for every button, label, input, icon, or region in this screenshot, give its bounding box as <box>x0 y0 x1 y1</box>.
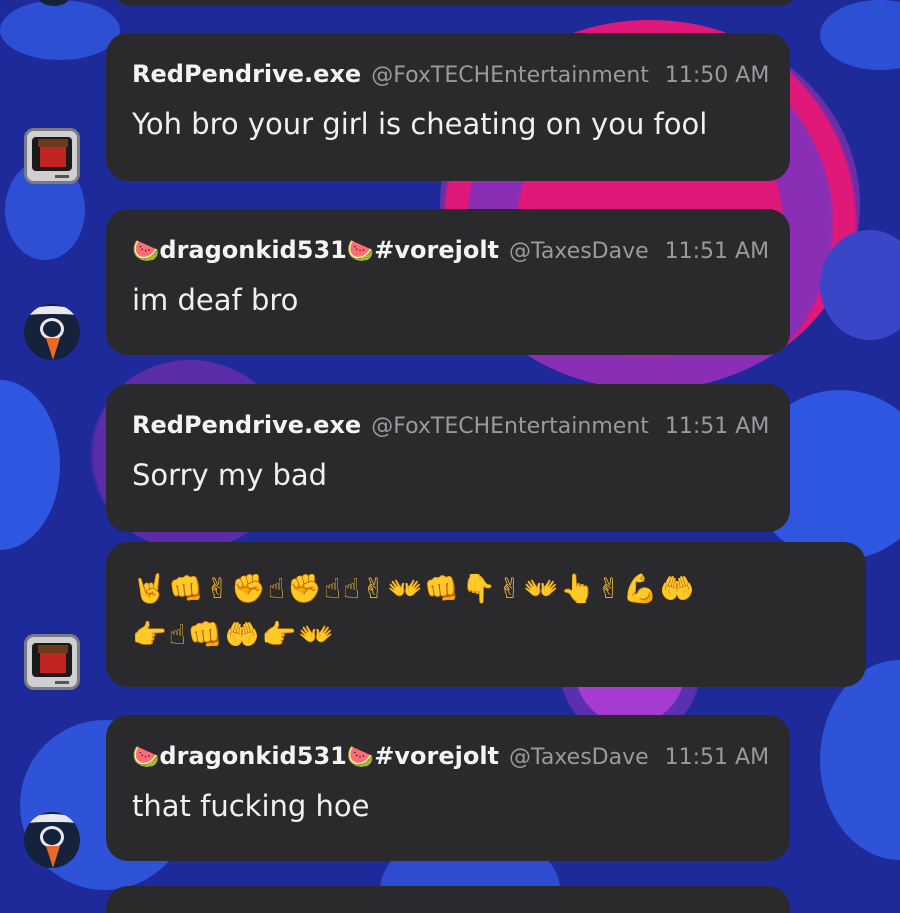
timestamp: 11:50 AM <box>664 63 770 88</box>
emoji-message-line: 👉☝👊🤲👉👐 <box>132 618 336 651</box>
tv-avatar-icon <box>32 137 72 171</box>
timestamp: 11:51 AM <box>664 745 770 770</box>
author-name[interactable]: 🍉dragonkid531🍉#vorejolt <box>132 741 499 773</box>
message-bubble[interactable]: 🍉dragonkid531🍉#vorejolt @TaxesDave 11:51… <box>106 715 790 861</box>
timestamp: 11:51 AM <box>664 239 770 264</box>
message-text: Sorry my bad <box>132 458 328 492</box>
watermelon-icon: 🍉 <box>132 239 160 264</box>
watermelon-icon: 🍉 <box>346 745 375 770</box>
watermelon-icon: 🍉 <box>346 239 375 264</box>
message-header: 🍉dragonkid531🍉#vorejolt @TaxesDave 11:51… <box>132 741 769 773</box>
message-text: that fucking hoe <box>132 789 370 823</box>
message-bubble[interactable]: RedPendrive.exe @FoxTECHEntertainment 11… <box>106 33 790 181</box>
message-header: 🍉dragonkid531🍉#vorejolt @TaxesDave 11:51… <box>132 235 769 267</box>
message-bubble[interactable]: 🍉dragonkid531🍉#vorejolt @TaxesDave 11:51… <box>106 209 790 355</box>
author-handle[interactable]: @TaxesDave <box>509 743 649 773</box>
message-feed[interactable]: RedPendrive.exe @FoxTECHEntertainment 11… <box>0 0 900 913</box>
author-handle[interactable]: @FoxTECHEntertainment <box>371 61 649 91</box>
message-bubble[interactable]: RedPendrive.exe @FoxTECHEntertainment 11… <box>106 384 790 532</box>
author-name[interactable]: 🍉dragonkid531🍉#vorejolt <box>132 235 499 267</box>
message-header: RedPendrive.exe @FoxTECHEntertainment 11… <box>132 410 769 442</box>
tv-avatar-icon <box>32 643 72 677</box>
author-name[interactable]: RedPendrive.exe <box>132 410 361 440</box>
message-bubble[interactable] <box>106 886 790 913</box>
avatar[interactable] <box>24 304 80 360</box>
timestamp: 11:51 AM <box>664 414 770 439</box>
message-text: Yoh bro your girl is cheating on you foo… <box>132 107 708 141</box>
message-text: im deaf bro <box>132 283 299 317</box>
emoji-message-line: 🤘👊✌✊☝✊☝☝✌👐👊👇✌👐👆✌💪🤲 <box>132 572 697 605</box>
message-bubble[interactable] <box>110 0 800 6</box>
author-handle[interactable]: @FoxTECHEntertainment <box>371 412 649 442</box>
watermelon-icon: 🍉 <box>132 745 160 770</box>
avatar[interactable] <box>24 812 80 868</box>
avatar[interactable] <box>24 634 80 690</box>
avatar[interactable] <box>36 0 72 6</box>
message-header: RedPendrive.exe @FoxTECHEntertainment 11… <box>132 59 769 91</box>
author-handle[interactable]: @TaxesDave <box>509 237 649 267</box>
avatar[interactable] <box>24 128 80 184</box>
author-name[interactable]: RedPendrive.exe <box>132 59 361 89</box>
message-bubble[interactable]: 🤘👊✌✊☝✊☝☝✌👐👊👇✌👐👆✌💪🤲 👉☝👊🤲👉👐 <box>106 542 866 687</box>
